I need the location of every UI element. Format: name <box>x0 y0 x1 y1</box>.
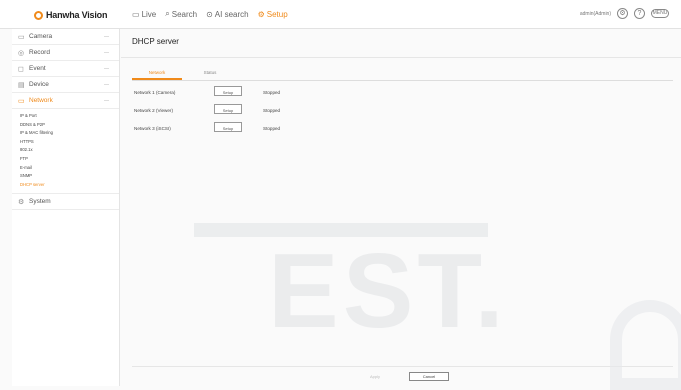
sidebar: ▭ Camera — ◎ Record — ◻ Event — ▤ Device… <box>12 29 120 386</box>
user-label: admin(Admin) <box>579 10 611 17</box>
nav-live[interactable]: ▭ Live <box>132 9 156 19</box>
page-title: DHCP server <box>132 37 179 46</box>
status-text: Stopped <box>263 90 281 95</box>
sidebar-item-label: Camera <box>29 33 53 40</box>
network-label: Network 1 (Camera) <box>134 90 176 95</box>
sidebar-item-label: Event <box>29 65 46 72</box>
nav-live-label: Live <box>141 9 157 19</box>
brand-name: Hanwha Vision <box>46 10 108 20</box>
submenu-https[interactable]: HTTPS <box>20 138 119 147</box>
record-icon: ◎ <box>18 49 25 57</box>
gear-icon: ⚙ <box>257 9 265 19</box>
brand-logo-icon <box>34 10 43 20</box>
event-icon: ◻ <box>18 65 24 73</box>
chevron-down-icon: — <box>104 65 109 72</box>
brand-logo[interactable]: Hanwha Vision <box>34 9 107 21</box>
sidebar-item-camera[interactable]: ▭ Camera — <box>12 29 119 45</box>
nav-setup-label: Setup <box>266 9 288 19</box>
apply-button[interactable]: Apply <box>355 373 395 381</box>
top-bar: Hanwha Vision ▭ Live ⌕ Search ⊙ AI searc… <box>0 0 681 29</box>
menu-toggle-button[interactable]: MENU <box>651 9 669 18</box>
sidebar-item-record[interactable]: ◎ Record — <box>12 45 119 61</box>
sidebar-item-network[interactable]: ▭ Network — <box>12 93 119 109</box>
system-icon: ⚙ <box>18 198 25 206</box>
help-icon[interactable]: ? <box>634 8 645 19</box>
submenu-ddns-p2p[interactable]: DDNS & P2P <box>20 121 119 130</box>
search-icon: ⌕ <box>165 9 170 18</box>
submenu-8021x[interactable]: 802.1x <box>20 146 119 155</box>
network-label: Network 2 (Viewer) <box>134 108 173 113</box>
nav-search-label: Search <box>171 9 198 19</box>
submenu-snmp[interactable]: SNMP <box>20 172 119 181</box>
top-nav: ▭ Live ⌕ Search ⊙ AI search ⚙ Setup <box>132 9 288 19</box>
camera-icon: ▭ <box>18 33 25 41</box>
sidebar-item-device[interactable]: ▤ Device — <box>12 77 119 93</box>
sidebar-item-label: Device <box>29 81 49 88</box>
device-icon: ▤ <box>18 81 25 89</box>
status-text: Stopped <box>263 108 281 113</box>
nav-ai-search-label: AI search <box>214 9 249 19</box>
sidebar-item-label: System <box>29 198 51 206</box>
setup-button[interactable]: Setup <box>214 86 242 96</box>
sidebar-item-event[interactable]: ◻ Event — <box>12 61 119 77</box>
status-text: Stopped <box>263 126 281 131</box>
header-right: admin(Admin) ⚙ ? MENU <box>580 8 669 19</box>
ai-search-icon: ⊙ <box>206 9 213 19</box>
setup-button[interactable]: Setup <box>214 104 242 114</box>
tab-bar: Network Status <box>132 64 673 81</box>
network-label: Network 3 (iSCSI) <box>134 126 171 131</box>
submenu-dhcp-server[interactable]: DHCP server <box>20 181 119 190</box>
setup-button[interactable]: Setup <box>214 122 242 132</box>
network-submenu: IP & Port DDNS & P2P IP & MAC filtering … <box>12 109 119 195</box>
submenu-ip-port[interactable]: IP & Port <box>20 112 119 121</box>
nav-search[interactable]: ⌕ Search <box>165 9 197 19</box>
chevron-up-icon: — <box>104 97 109 104</box>
sidebar-item-label: Network <box>29 97 53 104</box>
submenu-email[interactable]: E-mail <box>20 164 119 173</box>
sidebar-item-system[interactable]: ⚙ System <box>12 194 119 211</box>
settings-icon[interactable]: ⚙ <box>617 8 628 19</box>
sidebar-item-label: Record <box>29 49 50 56</box>
nav-ai-search[interactable]: ⊙ AI search <box>206 9 249 19</box>
monitor-icon: ▭ <box>132 9 140 19</box>
nav-setup[interactable]: ⚙ Setup <box>258 9 288 19</box>
tab-network[interactable]: Network <box>132 66 182 80</box>
divider <box>121 57 681 58</box>
chevron-down-icon: — <box>104 49 109 56</box>
chevron-down-icon: — <box>104 81 109 88</box>
tab-status[interactable]: Status <box>190 66 230 80</box>
submenu-ip-mac-filtering[interactable]: IP & MAC filtering <box>20 129 119 138</box>
submenu-ftp[interactable]: FTP <box>20 155 119 164</box>
main-content: DHCP server Network Status Network 1 (Ca… <box>121 29 681 386</box>
network-icon: ▭ <box>18 97 25 105</box>
cancel-button[interactable]: Cancel <box>409 372 449 381</box>
chevron-down-icon: — <box>104 33 109 40</box>
divider <box>132 366 673 367</box>
footer-actions: Apply Cancel <box>121 361 681 386</box>
